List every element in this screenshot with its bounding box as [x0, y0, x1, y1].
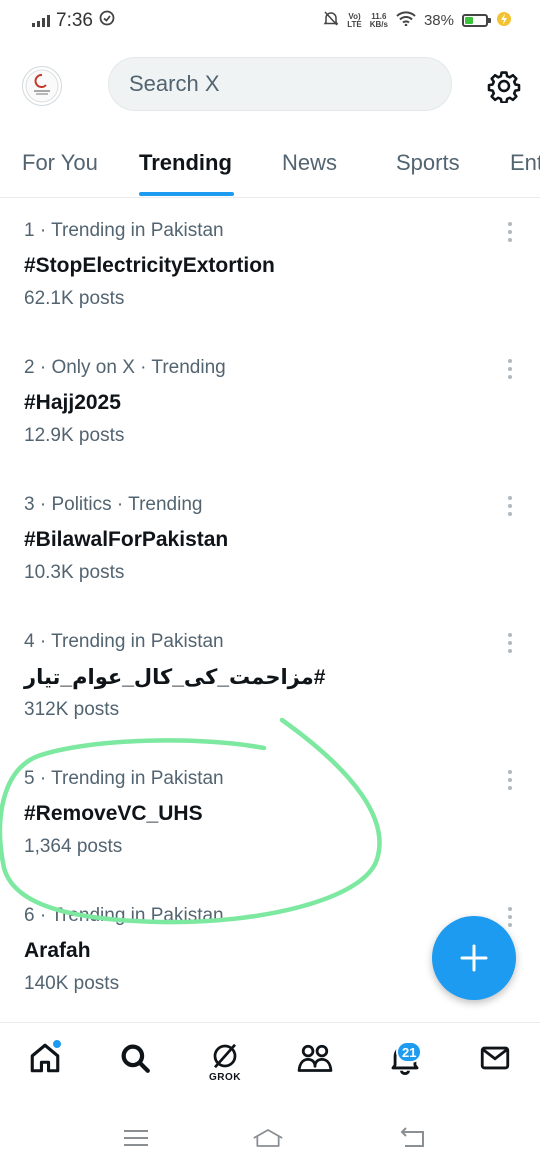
search-bar[interactable] — [108, 57, 452, 111]
notification-badge: 21 — [396, 1041, 423, 1063]
sync-icon — [99, 10, 115, 32]
tab-bar: For You Trending News Sports Ent — [0, 134, 540, 198]
back-button[interactable] — [396, 1126, 428, 1150]
network-speed: 11.6 KB/s — [369, 11, 388, 29]
nav-explore[interactable] — [115, 1041, 155, 1089]
trend-post-count: 12.9K posts — [24, 425, 125, 446]
more-options-icon[interactable] — [500, 496, 520, 516]
trend-item[interactable]: 1 · Trending in Pakistan #StopElectricit… — [0, 198, 540, 335]
status-time: 7:36 — [56, 10, 93, 31]
trend-name: #RemoveVC_UHS — [24, 802, 203, 825]
search-icon — [121, 1044, 150, 1073]
active-tab-indicator — [139, 192, 234, 196]
trend-post-count: 1,364 posts — [24, 836, 123, 857]
system-nav-bar — [0, 1108, 540, 1170]
battery-percent: 38% — [423, 12, 454, 29]
grok-label: GROK — [209, 1072, 241, 1083]
grok-icon — [213, 1043, 237, 1069]
trend-name: #مزاحمت_کی_کال_عوام_تیار — [24, 666, 326, 689]
mail-icon — [480, 1046, 510, 1070]
home-outline-icon — [253, 1129, 283, 1147]
tab-entertainment[interactable]: Ent — [510, 150, 540, 176]
tab-trending[interactable]: Trending — [139, 150, 232, 176]
trend-name: #BilawalForPakistan — [24, 528, 229, 551]
trend-post-count: 140K posts — [24, 973, 120, 994]
nav-communities[interactable] — [295, 1041, 335, 1089]
more-options-icon[interactable] — [500, 633, 520, 653]
tab-news[interactable]: News — [282, 150, 337, 176]
trend-meta: 4 · Trending in Pakistan — [24, 631, 224, 652]
trend-post-count: 312K posts — [24, 699, 120, 720]
trend-item[interactable]: 4 · Trending in Pakistan #مزاحمت_کی_کال_… — [0, 609, 540, 746]
trends-list: 1 · Trending in Pakistan #StopElectricit… — [0, 198, 540, 1020]
communities-icon — [297, 1044, 333, 1072]
trend-item[interactable]: 2 · Only on X · Trending #Hajj2025 12.9K… — [0, 335, 540, 472]
plus-icon — [460, 944, 488, 972]
more-options-icon[interactable] — [500, 907, 520, 927]
tab-sports[interactable]: Sports — [396, 150, 460, 176]
trend-item[interactable]: 3 · Politics · Trending #BilawalForPakis… — [0, 472, 540, 609]
status-bar: 7:36 Vo) LTE 11.6 KB/s 38% — [0, 0, 540, 44]
home-unread-dot — [51, 1038, 63, 1050]
wifi-icon — [396, 11, 416, 30]
avatar[interactable] — [22, 66, 62, 106]
trend-post-count: 62.1K posts — [24, 288, 125, 309]
trend-post-count: 10.3K posts — [24, 562, 125, 583]
menu-icon — [124, 1130, 148, 1146]
compose-button[interactable] — [432, 916, 516, 1000]
bottom-nav: GROK — [0, 1022, 540, 1109]
battery-icon — [462, 14, 491, 27]
trend-meta: 2 · Only on X · Trending — [24, 357, 226, 378]
more-options-icon[interactable] — [500, 770, 520, 790]
home-system-button[interactable] — [252, 1126, 284, 1150]
tab-for-you[interactable]: For You — [22, 150, 98, 176]
trend-item[interactable]: 5 · Trending in Pakistan #RemoveVC_UHS 1… — [0, 746, 540, 883]
trend-meta: 1 · Trending in Pakistan — [24, 220, 224, 241]
gear-icon[interactable] — [484, 66, 524, 106]
more-options-icon[interactable] — [500, 359, 520, 379]
trend-name: #StopElectricityExtortion — [24, 254, 275, 277]
signal-icon — [32, 15, 50, 27]
volte-indicator: Vo) LTE — [347, 11, 362, 29]
nav-messages[interactable] — [475, 1041, 515, 1089]
recents-button[interactable] — [120, 1126, 152, 1150]
top-header — [0, 56, 540, 116]
trend-meta: 5 · Trending in Pakistan — [24, 768, 224, 789]
search-input[interactable] — [127, 70, 431, 98]
nav-grok[interactable]: GROK — [205, 1041, 245, 1089]
charging-icon — [496, 11, 512, 31]
back-icon — [400, 1127, 424, 1147]
mute-icon — [323, 10, 339, 31]
trend-meta: 3 · Politics · Trending — [24, 494, 203, 515]
trend-name: #Hajj2025 — [24, 391, 121, 414]
trend-meta: 6 · Trending in Pakistan — [24, 905, 224, 926]
more-options-icon[interactable] — [500, 222, 520, 242]
trend-name: Arafah — [24, 939, 91, 962]
